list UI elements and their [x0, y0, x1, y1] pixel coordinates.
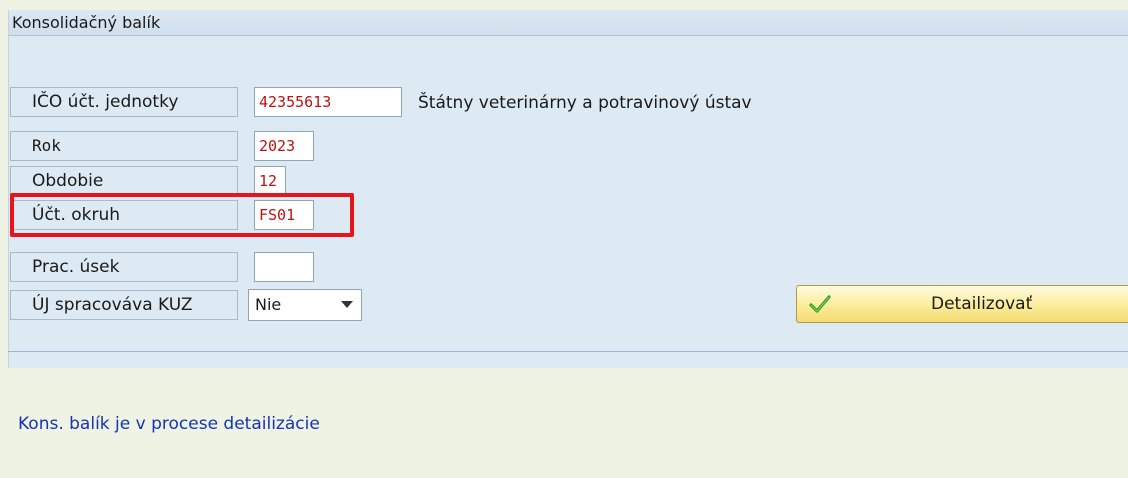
detailize-button[interactable]: Detailizovať [796, 285, 1128, 323]
kuz-label: ÚJ spracováva KUZ [32, 295, 193, 315]
usek-label: Prac. úsek [32, 257, 120, 277]
ico-label: IČO účt. jednotky [32, 92, 179, 112]
okruh-highlight-box [10, 193, 354, 237]
ico-description: Štátny veterinárny a potravinový ústav [418, 93, 752, 113]
check-icon [809, 295, 831, 313]
obdobie-input[interactable]: 12 [254, 166, 286, 196]
detailize-button-label: Detailizovať [931, 294, 1033, 314]
panel-title: Konsolidačný balík [9, 10, 1128, 36]
status-message: Kons. balík je v procese detailizácie [18, 414, 320, 434]
rok-label: Rok [32, 136, 61, 155]
usek-input[interactable] [254, 252, 314, 282]
chevron-down-icon[interactable] [341, 301, 353, 308]
top-strip [0, 0, 1128, 10]
kuz-dropdown-value: Nie [255, 295, 282, 314]
separator-line [8, 351, 1128, 352]
ico-input[interactable]: 42355613 [254, 87, 402, 117]
rok-input[interactable]: 2023 [254, 131, 314, 161]
kuz-dropdown[interactable]: Nie [248, 289, 362, 321]
